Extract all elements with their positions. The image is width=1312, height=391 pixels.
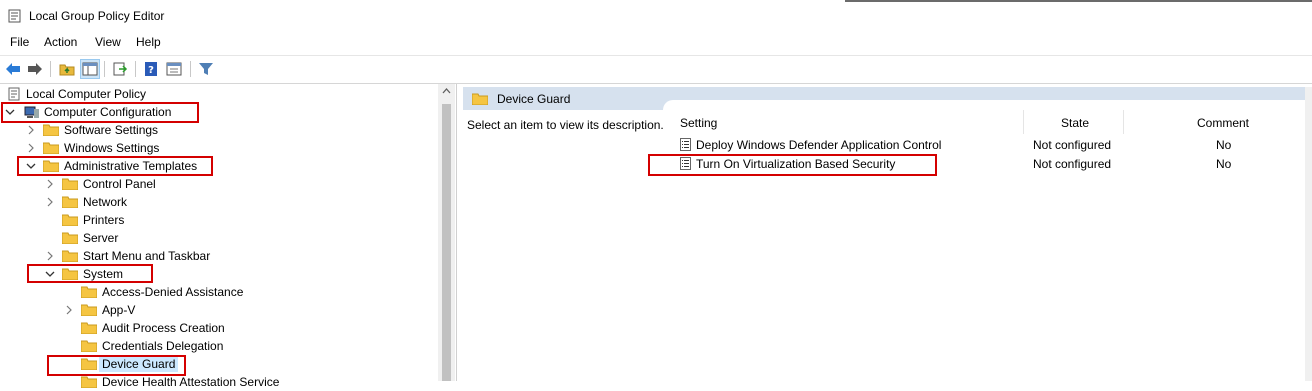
group-policy-app-icon (8, 9, 21, 23)
setting-state: Not configured (1033, 157, 1112, 171)
tree-label: Local Computer Policy (26, 87, 147, 101)
tree-label: Audit Process Creation (102, 321, 225, 335)
window-title: Local Group Policy Editor (29, 9, 165, 23)
title-bar: Local Group Policy Editor (0, 0, 1312, 32)
tree-label: Credentials Delegation (102, 339, 224, 353)
back-icon[interactable] (4, 60, 22, 78)
folder-icon (81, 286, 97, 298)
tree-label: Device Health Attestation Service (102, 375, 280, 389)
setting-comment: No (1216, 157, 1232, 171)
menu-action[interactable]: Action (44, 35, 77, 49)
policy-setting-icon (680, 138, 691, 151)
details-tab-curve (663, 100, 1312, 110)
chevron-right-icon[interactable] (44, 178, 56, 190)
column-header-setting[interactable]: Setting (680, 116, 717, 130)
tree-label: Server (83, 231, 119, 245)
folder-icon (62, 232, 78, 244)
tree-label: Access-Denied Assistance (102, 285, 244, 299)
details-scrollbar[interactable] (1305, 87, 1312, 381)
policy-setting-icon (680, 157, 691, 170)
highlight-box (1, 102, 199, 123)
folder-icon (62, 214, 78, 226)
folder-icon (43, 142, 59, 154)
folder-icon (81, 340, 97, 352)
tree-item-credentials-delegation[interactable]: Credentials Delegation (63, 337, 223, 355)
window-edge (845, 0, 1312, 2)
tree-item-windows-settings[interactable]: Windows Settings (25, 139, 159, 157)
filter-icon[interactable] (197, 60, 215, 78)
folder-icon (472, 93, 488, 105)
tree-item-local-computer-policy[interactable]: Local Computer Policy (7, 85, 146, 103)
tree-item-printers[interactable]: Printers (44, 211, 124, 229)
tree-item-software-settings[interactable]: Software Settings (25, 121, 158, 139)
toolbar-separator (104, 61, 105, 77)
highlight-box (17, 156, 213, 176)
toolbar-separator (190, 61, 191, 77)
toolbar: ? (0, 55, 1312, 84)
tree-label: Software Settings (64, 123, 159, 137)
folder-icon (81, 304, 97, 316)
tree-label: Start Menu and Taskbar (83, 249, 211, 263)
tree-item-control-panel[interactable]: Control Panel (44, 175, 156, 193)
tree-item-audit-process-creation[interactable]: Audit Process Creation (63, 319, 225, 337)
highlight-box (47, 355, 186, 376)
toolbar-separator (50, 61, 51, 77)
column-divider[interactable] (1123, 110, 1124, 134)
menu-help[interactable]: Help (136, 35, 161, 49)
setting-name: Deploy Windows Defender Application Cont… (696, 138, 942, 152)
setting-state: Not configured (1033, 138, 1112, 152)
highlight-box (27, 264, 153, 283)
tree-label: Printers (83, 213, 125, 227)
toolbar-separator (135, 61, 136, 77)
details-title: Device Guard (497, 92, 571, 106)
menu-view[interactable]: View (95, 35, 121, 49)
properties-icon[interactable] (165, 60, 183, 78)
folder-icon (81, 322, 97, 334)
tree-item-app-v[interactable]: App-V (63, 301, 135, 319)
column-divider[interactable] (1023, 110, 1024, 134)
description-text: Select an item to view its description. (467, 118, 664, 132)
tree-label: Network (83, 195, 128, 209)
folder-icon (81, 376, 97, 388)
setting-comment: No (1216, 138, 1232, 152)
tree-item-network[interactable]: Network (44, 193, 127, 211)
setting-name: Turn On Virtualization Based Security (696, 157, 896, 171)
chevron-right-icon[interactable] (25, 124, 37, 136)
scroll-up-arrow-icon[interactable] (438, 84, 455, 98)
tree-label: Windows Settings (64, 141, 160, 155)
menu-bar: File Action View Help (0, 32, 1312, 54)
policy-document-icon (8, 87, 20, 101)
up-folder-icon[interactable] (58, 60, 76, 78)
tree-item-server[interactable]: Server (44, 229, 118, 247)
tree-item-start-menu[interactable]: Start Menu and Taskbar (44, 247, 210, 265)
folder-icon (62, 178, 78, 190)
help-icon[interactable]: ? (142, 60, 160, 78)
column-header-state[interactable]: State (1061, 116, 1089, 130)
tree-label: Control Panel (83, 177, 156, 191)
svg-text:?: ? (148, 65, 154, 76)
chevron-right-icon[interactable] (44, 250, 56, 262)
chevron-right-icon[interactable] (25, 142, 37, 154)
chevron-right-icon[interactable] (63, 304, 75, 316)
export-list-icon[interactable] (111, 60, 129, 78)
show-hide-tree-icon[interactable] (80, 59, 100, 79)
tree-label: App-V (102, 303, 136, 317)
folder-icon (62, 196, 78, 208)
column-header-comment[interactable]: Comment (1197, 116, 1249, 130)
folder-icon (43, 124, 59, 136)
tree-item-access-denied-assistance[interactable]: Access-Denied Assistance (63, 283, 243, 301)
menu-file[interactable]: File (10, 35, 29, 49)
folder-icon (62, 250, 78, 262)
chevron-right-icon[interactable] (44, 196, 56, 208)
tree-scrollbar-thumb[interactable] (442, 104, 451, 381)
forward-icon[interactable] (26, 60, 44, 78)
